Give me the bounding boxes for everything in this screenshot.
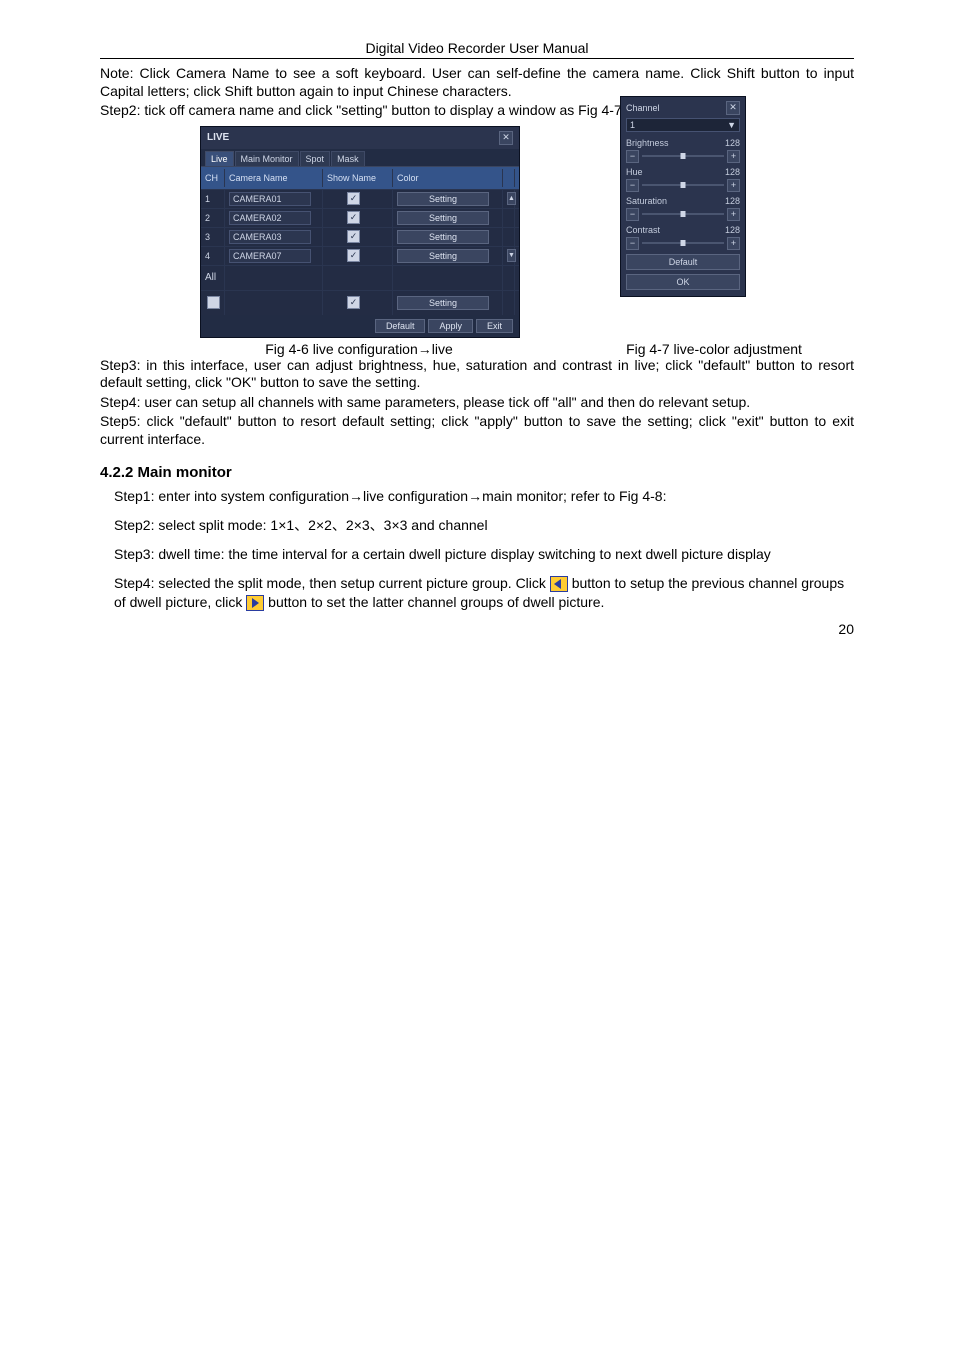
header-rule <box>100 58 854 59</box>
color-setting-button[interactable]: Setting <box>397 211 489 225</box>
scroll-up-icon[interactable]: ▲ <box>507 192 516 205</box>
show-name-checkbox[interactable] <box>347 249 360 262</box>
saturation-value: 128 <box>725 196 740 206</box>
tab-spot[interactable]: Spot <box>300 151 331 166</box>
page-number: 20 <box>100 621 854 637</box>
scroll-down-icon[interactable]: ▼ <box>507 249 516 262</box>
camera-name-input[interactable] <box>229 192 311 206</box>
live-tabs: Live Main Monitor Spot Mask <box>201 149 519 167</box>
fig47-caption: Fig 4-7 live-color adjustment <box>614 341 814 357</box>
main-step4-text-a: Step4: selected the split mode, then set… <box>114 575 550 591</box>
fig46-caption: Fig 4-6 live configuration→live <box>200 341 518 357</box>
step3-text: Step3: in this interface, user can adjus… <box>100 357 854 392</box>
color-setting-button[interactable]: Setting <box>397 230 489 244</box>
row-ch: 1 <box>201 190 225 208</box>
show-name-checkbox[interactable] <box>347 230 360 243</box>
plus-icon[interactable]: + <box>727 179 740 192</box>
hue-value: 128 <box>725 167 740 177</box>
all-row: All <box>201 265 519 290</box>
all-show-checkbox[interactable] <box>347 296 360 309</box>
color-adjust-window: Channel ✕ 1 ▼ Brightness 128 − + <box>620 96 746 297</box>
camera-name-input[interactable] <box>229 230 311 244</box>
live-config-window: LIVE ✕ Live Main Monitor Spot Mask CH Ca… <box>200 126 520 338</box>
prev-group-icon <box>550 576 568 592</box>
live-window-title: LIVE <box>207 132 229 143</box>
main-step4: Step4: selected the split mode, then set… <box>114 574 854 612</box>
channel-label: Channel <box>626 103 660 113</box>
contrast-value: 128 <box>725 225 740 235</box>
default-button[interactable]: Default <box>375 319 426 333</box>
plus-icon[interactable]: + <box>727 150 740 163</box>
col-color: Color <box>393 169 503 187</box>
brightness-label: Brightness <box>626 138 669 148</box>
plus-icon[interactable]: + <box>727 237 740 250</box>
slider-brightness: Brightness 128 − + <box>626 138 740 163</box>
color-setting-button[interactable]: Setting <box>397 192 489 206</box>
tab-mask[interactable]: Mask <box>331 151 365 166</box>
slider-saturation: Saturation 128 − + <box>626 196 740 221</box>
all-checkbox[interactable] <box>207 296 220 309</box>
camera-name-input[interactable] <box>229 249 311 263</box>
saturation-slider[interactable] <box>642 213 724 215</box>
main-step1: Step1: enter into system configuration→l… <box>114 487 854 506</box>
brightness-slider[interactable] <box>642 155 724 157</box>
next-group-icon <box>246 595 264 611</box>
row-ch: 3 <box>201 228 225 246</box>
main-step2: Step2: select split mode: 1×1、2×2、2×3、3×… <box>114 516 854 535</box>
table-row: 1 Setting ▲ <box>201 189 519 208</box>
col-camera-name: Camera Name <box>225 169 323 187</box>
camera-name-input[interactable] <box>229 211 311 225</box>
close-icon[interactable]: ✕ <box>726 101 740 115</box>
minus-icon[interactable]: − <box>626 179 639 192</box>
all-controls-row: Setting <box>201 290 519 315</box>
step5-text: Step5: click "default" button to resort … <box>100 413 854 448</box>
all-setting-button[interactable]: Setting <box>397 296 489 310</box>
chevron-down-icon: ▼ <box>727 120 736 130</box>
contrast-label: Contrast <box>626 225 660 235</box>
show-name-checkbox[interactable] <box>347 192 360 205</box>
minus-icon[interactable]: − <box>626 150 639 163</box>
tab-main-monitor[interactable]: Main Monitor <box>235 151 299 166</box>
live-footer: Default Apply Exit <box>201 315 519 337</box>
channel-value: 1 <box>630 120 635 130</box>
row-ch: 2 <box>201 209 225 227</box>
main-step4-text-c: button to set the latter channel groups … <box>268 594 604 610</box>
step4-text: Step4: user can setup all channels with … <box>100 394 854 412</box>
hue-label: Hue <box>626 167 643 177</box>
hue-slider[interactable] <box>642 184 724 186</box>
slider-hue: Hue 128 − + <box>626 167 740 192</box>
saturation-label: Saturation <box>626 196 667 206</box>
section-heading: 4.2.2 Main monitor <box>100 464 854 481</box>
all-label: All <box>201 266 225 290</box>
page-header-title: Digital Video Recorder User Manual <box>100 40 854 56</box>
brightness-value: 128 <box>725 138 740 148</box>
slider-contrast: Contrast 128 − + <box>626 225 740 250</box>
contrast-slider[interactable] <box>642 242 724 244</box>
row-ch: 4 <box>201 247 225 265</box>
table-row: 4 Setting ▼ <box>201 246 519 265</box>
table-row: 2 Setting <box>201 208 519 227</box>
exit-button[interactable]: Exit <box>476 319 513 333</box>
show-name-checkbox[interactable] <box>347 211 360 224</box>
col-show-name: Show Name <box>323 169 393 187</box>
plus-icon[interactable]: + <box>727 208 740 221</box>
live-table-header: CH Camera Name Show Name Color <box>201 167 519 189</box>
channel-select[interactable]: 1 ▼ <box>626 118 740 132</box>
col-ch: CH <box>201 169 225 187</box>
main-step3: Step3: dwell time: the time interval for… <box>114 545 854 564</box>
tab-live[interactable]: Live <box>205 151 234 166</box>
minus-icon[interactable]: − <box>626 208 639 221</box>
table-row: 3 Setting <box>201 227 519 246</box>
close-icon[interactable]: ✕ <box>499 131 513 145</box>
color-default-button[interactable]: Default <box>626 254 740 270</box>
color-setting-button[interactable]: Setting <box>397 249 489 263</box>
color-ok-button[interactable]: OK <box>626 274 740 290</box>
apply-button[interactable]: Apply <box>428 319 473 333</box>
minus-icon[interactable]: − <box>626 237 639 250</box>
